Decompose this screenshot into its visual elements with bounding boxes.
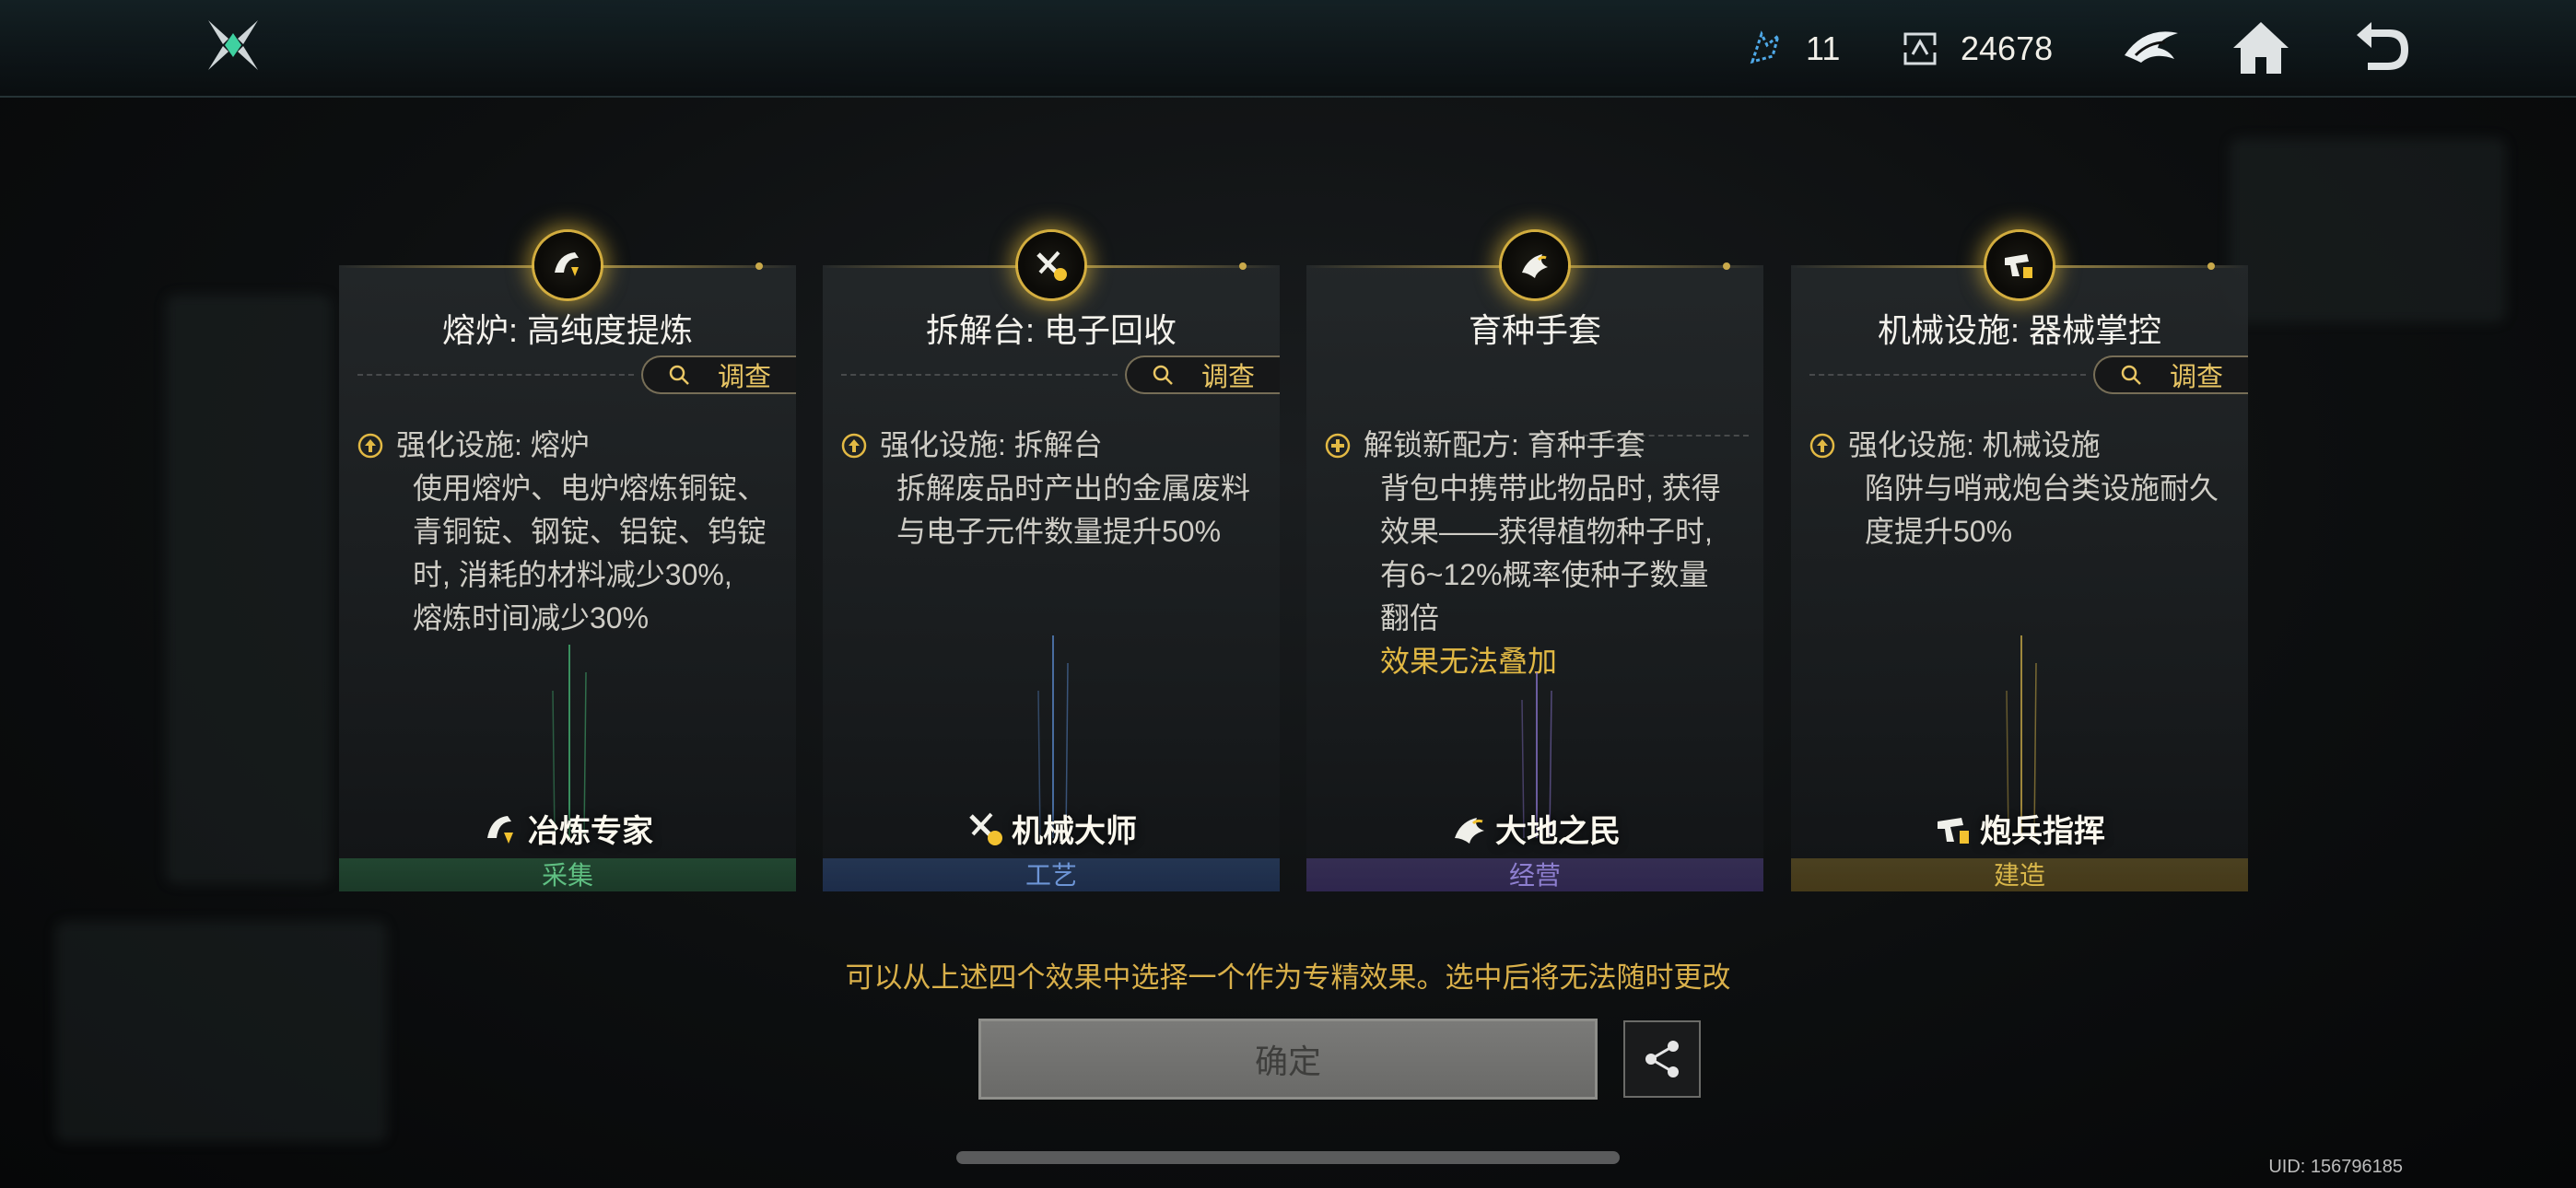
investigate-button[interactable]: 调查	[641, 355, 796, 394]
specialization-card-2[interactable]: 拆解台: 电子回收 调查 强化设施: 拆解台 拆解废品时产出的金属废料 与电子元…	[823, 232, 1280, 891]
background-blur-right	[2230, 138, 2506, 322]
description-body: 背包中携带此物品时, 获得 效果——获得植物种子时, 有6~12%概率使种子数量…	[1380, 467, 1745, 640]
token-resource: 24678	[1900, 26, 2053, 72]
description-line: 有6~12%概率使种子数量	[1380, 558, 1709, 591]
back-icon[interactable]	[2348, 15, 2414, 81]
specialty-label: 大地之民	[1495, 814, 1621, 849]
description-line: 拆解废品时产出的金属废料	[896, 472, 1251, 505]
search-icon	[2121, 365, 2141, 385]
furnace-medal-icon	[534, 232, 601, 298]
investigate-button[interactable]: 调查	[2093, 355, 2248, 394]
card-title: 熔炉: 高纯度提炼	[441, 311, 693, 349]
home-indicator[interactable]	[956, 1151, 1620, 1164]
description-line: 时, 消耗的材料减少30%,	[413, 558, 732, 591]
description-line: 陷阱与哨戒炮台类设施耐久	[1865, 472, 2219, 505]
specialization-card-3[interactable]: 育种手套 解锁新配方: 育种手套 背包中携带此物品时, 获得 效果——获得植物种…	[1306, 232, 1763, 891]
card-title: 育种手套	[1468, 311, 1601, 349]
card-description: 强化设施: 机械设施 陷阱与哨戒炮台类设施耐久 度提升50%	[1809, 424, 2230, 553]
token-count: 24678	[1961, 29, 2054, 67]
card-title: 拆解台: 电子回收	[925, 311, 1177, 349]
specialty-label: 机械大师	[1012, 814, 1137, 849]
category-label: 经营	[1508, 861, 1561, 890]
selection-hint: 可以从上述四个效果中选择一个作为专精效果。选中后将无法随时更改	[845, 961, 1731, 994]
background-blur-left	[166, 295, 332, 884]
category-label: 采集	[541, 861, 593, 890]
card-description: 强化设施: 熔炉 使用熔炉、电炉熔炼铜锭、 青铜锭、钢锭、铝锭、钨锭 时, 消耗…	[357, 424, 778, 640]
earth-people-icon	[1455, 817, 1484, 844]
description-head: 强化设施: 拆解台	[880, 428, 1103, 461]
confirm-label: 确定	[1254, 1042, 1321, 1080]
investigate-button[interactable]: 调查	[1125, 355, 1280, 394]
category-bar: 建造	[1791, 858, 2248, 891]
description-line: 度提升50%	[1865, 515, 2013, 548]
category-bar: 工艺	[823, 858, 1280, 891]
description-head: 强化设施: 熔炉	[396, 428, 590, 461]
description-body: 陷阱与哨戒炮台类设施耐久 度提升50%	[1865, 467, 2230, 553]
share-icon	[1645, 1041, 1679, 1077]
share-button[interactable]	[1623, 1020, 1701, 1098]
category-label: 建造	[1993, 861, 2045, 890]
investigate-label: 调查	[717, 363, 771, 392]
description-line: 熔炼时间减少30%	[413, 601, 650, 635]
category-bar: 采集	[339, 858, 796, 891]
card-top-dot	[755, 262, 763, 270]
disassembly-medal-icon	[1018, 232, 1084, 298]
description-head: 解锁新配方: 育种手套	[1364, 428, 1645, 461]
search-icon	[1153, 365, 1173, 385]
card-top-dot	[2207, 262, 2215, 270]
card-divider	[841, 374, 1118, 376]
investigate-label: 调查	[2169, 363, 2223, 392]
card-description: 强化设施: 拆解台 拆解废品时产出的金属废料 与电子元件数量提升50%	[841, 424, 1261, 553]
specialty-label: 冶炼专家	[528, 814, 653, 849]
upgrade-bullet-icon	[841, 433, 867, 459]
description-line: 与电子元件数量提升50%	[896, 515, 1222, 548]
description-line: 翻倍	[1380, 601, 1440, 635]
card-divider	[1809, 374, 2086, 376]
unlock-bullet-icon	[1325, 433, 1351, 459]
user-id: UID: 156796185	[2268, 1157, 2403, 1177]
confirm-button[interactable]: 确定	[978, 1019, 1598, 1100]
faction-emblem-icon[interactable]	[2117, 15, 2184, 81]
smelter-expert-icon	[487, 815, 513, 844]
specialty-name: 冶炼专家	[339, 806, 796, 851]
description-line: 背包中携带此物品时, 获得	[1380, 472, 1721, 505]
home-icon[interactable]	[2228, 15, 2294, 81]
card-divider	[357, 374, 634, 376]
artillery-commander-icon	[1938, 817, 1969, 844]
description-body: 拆解废品时产出的金属废料 与电子元件数量提升50%	[896, 467, 1261, 553]
mechanic-master-icon	[969, 812, 1002, 845]
card-top-dot	[1723, 262, 1730, 270]
search-icon	[669, 365, 689, 385]
upgrade-bullet-icon	[1809, 433, 1835, 459]
description-line: 使用熔炉、电炉熔炼铜锭、	[413, 472, 767, 505]
investigate-label: 调查	[1200, 363, 1255, 392]
specialization-card-1[interactable]: 熔炉: 高纯度提炼 调查 强化设施: 熔炉 使用熔炉、电炉熔炼铜锭、 青铜锭、钢…	[339, 232, 796, 891]
game-logo-icon	[208, 20, 258, 70]
upgrade-bullet-icon	[357, 433, 383, 459]
description-body: 使用熔炉、电炉熔炼铜锭、 青铜锭、钢锭、铝锭、钨锭 时, 消耗的材料减少30%,…	[413, 467, 778, 640]
card-title: 机械设施: 器械掌控	[1877, 311, 2161, 349]
exchange-token-icon	[1902, 32, 1938, 65]
category-label: 工艺	[1025, 861, 1077, 890]
crystal-shard-icon	[1750, 30, 1781, 64]
description-line: 效果——获得植物种子时,	[1380, 515, 1713, 548]
top-bar: 11 24678	[0, 0, 2576, 98]
card-top-dot	[1239, 262, 1247, 270]
description-head: 强化设施: 机械设施	[1848, 428, 2101, 461]
description-line: 青铜锭、钢锭、铝锭、钨锭	[413, 515, 767, 548]
specialty-name: 大地之民	[1306, 806, 1763, 851]
crystal-resource: 11	[1745, 26, 1840, 72]
specialty-label: 炮兵指挥	[1980, 814, 2105, 849]
specialty-name: 机械大师	[823, 806, 1280, 851]
crystal-count: 11	[1806, 29, 1841, 67]
category-bar: 经营	[1306, 858, 1763, 891]
breeding-glove-medal-icon	[1502, 232, 1568, 298]
specialization-card-4[interactable]: 机械设施: 器械掌控 调查 强化设施: 机械设施 陷阱与哨戒炮台类设施耐久 度提…	[1791, 232, 2248, 891]
specialty-name: 炮兵指挥	[1791, 806, 2248, 851]
mechanical-medal-icon	[1986, 232, 2053, 298]
